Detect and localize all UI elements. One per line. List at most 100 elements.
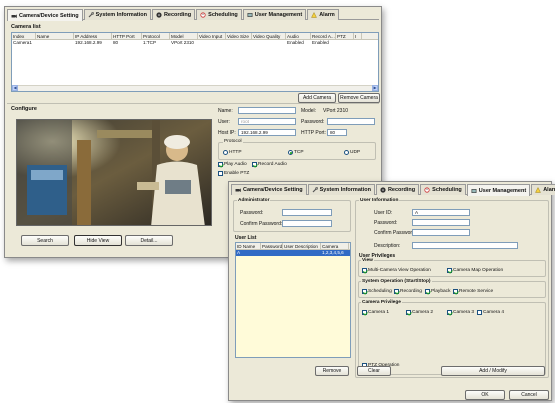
- camera-privilege-group: Camera Privilege Camera 1 Camera 2 Camer…: [358, 300, 546, 375]
- tab-system-information[interactable]: System Information: [307, 184, 375, 195]
- protocol-tcp-radio[interactable]: TCP: [288, 150, 304, 155]
- tab-camera-device-setting[interactable]: Camera/Device Setting: [231, 184, 307, 195]
- remove-user-button[interactable]: Remove: [315, 366, 349, 376]
- tab-recording[interactable]: Recording: [151, 9, 196, 20]
- view-group: View Multi-Camera View Operation Camera …: [358, 258, 546, 277]
- horizontal-scrollbar[interactable]: ◀ ▶: [12, 85, 378, 91]
- detail-button[interactable]: Detail...: [125, 235, 173, 246]
- remove-camera-button[interactable]: Remove Camera: [338, 93, 380, 103]
- protocol-http-radio[interactable]: HTTP: [223, 150, 242, 155]
- tab-alarm[interactable]: Alarm: [307, 9, 339, 20]
- recording-checkbox[interactable]: Recording: [394, 289, 422, 294]
- camera-list-table[interactable]: Index Name IP Address HTTP Port Protocol Mode…: [11, 32, 379, 92]
- enable-ptz-checkbox[interactable]: Enable PTZ: [218, 171, 249, 176]
- hide-view-button[interactable]: Hide View: [74, 235, 122, 246]
- camera-2-checkbox[interactable]: Camera 2: [406, 310, 433, 315]
- camera-icon: [11, 13, 17, 19]
- camera-1-checkbox[interactable]: Camera 1: [362, 310, 389, 315]
- tab-system-information[interactable]: System Information: [83, 9, 151, 20]
- password-input[interactable]: [327, 118, 375, 125]
- column-header[interactable]: PTZ: [336, 33, 354, 39]
- column-header[interactable]: User Description: [283, 243, 321, 249]
- table-cell: 192.168.2.99: [75, 40, 102, 45]
- column-header[interactable]: ID Name: [236, 243, 261, 249]
- user-confirm-password-input[interactable]: [412, 229, 470, 236]
- camera-list-title: Camera list: [11, 24, 41, 30]
- user-input[interactable]: root: [238, 118, 296, 125]
- tab-scheduling[interactable]: Scheduling: [420, 184, 466, 195]
- user-password-input[interactable]: [412, 219, 470, 226]
- description-input[interactable]: [412, 242, 518, 249]
- name-input[interactable]: [238, 107, 296, 114]
- play-audio-checkbox[interactable]: Play Audio: [218, 162, 247, 167]
- admin-confirm-password-input[interactable]: [282, 220, 332, 227]
- cancel-button[interactable]: Cancel: [509, 390, 549, 400]
- tab-label: System Information: [95, 12, 147, 18]
- tab-scheduling[interactable]: Scheduling: [196, 9, 242, 20]
- camera-1-label: Camera 1: [368, 310, 390, 315]
- scheduling-checkbox[interactable]: Scheduling: [362, 289, 392, 294]
- tab-alarm[interactable]: Alarm: [531, 184, 555, 195]
- host-ip-input[interactable]: 192.168.2.99: [238, 129, 296, 136]
- camera-preview-image: [16, 119, 212, 226]
- record-audio-checkbox[interactable]: Record Audio: [252, 162, 287, 167]
- column-header[interactable]: Video Quality: [252, 33, 286, 39]
- name-label: Name:: [218, 108, 233, 114]
- column-header[interactable]: HTTP Port: [112, 33, 142, 39]
- tab-label: System Information: [319, 187, 371, 193]
- column-header[interactable]: IP Address: [74, 33, 112, 39]
- wrench-icon: [312, 187, 318, 193]
- table-cell: Camera1: [13, 40, 32, 45]
- http-port-label: HTTP Port:: [301, 130, 326, 136]
- column-header[interactable]: Name: [36, 33, 74, 39]
- checkbox-checked-icon: [218, 162, 223, 167]
- administrator-group: Administrator Password: Confirm Password…: [233, 198, 351, 232]
- camera-3-checkbox[interactable]: Camera 3: [447, 310, 474, 315]
- multi-camera-view-label: Multi-Camera View Operation: [368, 268, 431, 273]
- tab-user-management[interactable]: User Management: [466, 184, 531, 196]
- tab-user-management[interactable]: User Management: [242, 9, 307, 20]
- column-header[interactable]: Protocol: [142, 33, 170, 39]
- search-button[interactable]: Search: [21, 235, 69, 246]
- camera-4-checkbox[interactable]: Camera 4: [477, 310, 504, 315]
- tab-recording[interactable]: Recording: [375, 184, 420, 195]
- tab-camera-device-setting[interactable]: Camera/Device Setting: [7, 9, 83, 21]
- column-header[interactable]: Model: [170, 33, 198, 39]
- column-header[interactable]: Video Input: [198, 33, 226, 39]
- scroll-left-icon[interactable]: ◀: [12, 85, 18, 91]
- protocol-udp-radio[interactable]: UDP: [344, 150, 360, 155]
- column-header[interactable]: Record A...: [311, 33, 336, 39]
- column-header[interactable]: Video Size: [226, 33, 252, 39]
- http-port-input[interactable]: 80: [327, 129, 347, 136]
- film-icon: [380, 187, 386, 193]
- multi-camera-view-checkbox[interactable]: Multi-Camera View Operation: [362, 268, 431, 273]
- checkbox-checked-icon: [447, 268, 452, 273]
- table-row[interactable]: A 1,2,3,4,5,6: [236, 250, 350, 256]
- scroll-right-icon[interactable]: ▶: [372, 85, 378, 91]
- camera-4-label: Camera 4: [483, 310, 505, 315]
- column-header[interactable]: Audio: [286, 33, 311, 39]
- tab-label: Recording: [387, 187, 416, 193]
- clear-button[interactable]: Clear: [357, 366, 391, 376]
- column-header[interactable]: Camera: [321, 243, 349, 249]
- add-modify-button[interactable]: Add / Modify: [441, 366, 545, 376]
- add-camera-button[interactable]: Add Camera: [298, 93, 336, 103]
- user-id-input[interactable]: A: [412, 209, 470, 216]
- user-list-table[interactable]: ID Name Password User Description Camera A 1…: [235, 242, 351, 358]
- remote-service-checkbox[interactable]: Remote Service: [453, 289, 493, 294]
- table-row[interactable]: Camera1 192.168.2.99 80 1:TCP VPort 2310 Enab…: [12, 40, 378, 46]
- scheduling-label: Scheduling: [368, 289, 392, 294]
- column-header[interactable]: Index: [12, 33, 36, 39]
- table-cell: A: [237, 250, 241, 255]
- camera-map-checkbox[interactable]: Camera Map Operation: [447, 268, 503, 273]
- playback-checkbox[interactable]: Playback: [425, 289, 450, 294]
- clock-icon: [424, 187, 430, 193]
- checkbox-checked-icon: [362, 310, 367, 315]
- admin-password-input[interactable]: [282, 209, 332, 216]
- table-cell: VPort 2310: [171, 40, 194, 45]
- ok-button[interactable]: OK: [465, 390, 505, 400]
- checkbox-checked-icon: [425, 289, 430, 294]
- column-header[interactable]: Password: [261, 243, 283, 249]
- column-header[interactable]: I: [354, 33, 362, 39]
- divider: [7, 103, 379, 104]
